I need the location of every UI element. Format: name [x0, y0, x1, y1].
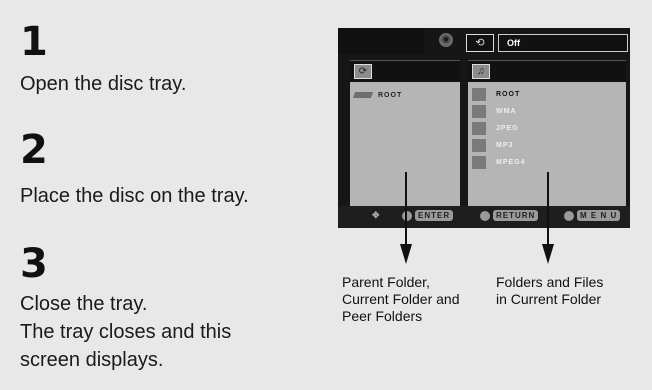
left-pane-header: ⟳: [350, 60, 460, 82]
enter-control[interactable]: ENTER: [402, 210, 454, 224]
step-3-text-line-2: The tray closes and this: [20, 321, 232, 343]
left-arrow-line: [405, 172, 407, 248]
menu-control[interactable]: M E N U: [564, 210, 621, 224]
step-3-text-line-3: screen displays.: [20, 349, 164, 371]
right-caption-line-2: in Current Folder: [496, 291, 602, 307]
folder-icon: [472, 139, 486, 152]
return-control[interactable]: RETURN: [480, 210, 539, 224]
return-icon: [480, 210, 490, 221]
right-arrow-line: [547, 172, 549, 248]
folder-icon: [472, 88, 486, 101]
left-arrow-head: [400, 244, 412, 264]
enter-label: ENTER: [415, 210, 454, 221]
enter-icon: [402, 210, 412, 221]
menu-label: M E N U: [577, 210, 621, 221]
folder-icon: [472, 122, 486, 135]
left-caption-line-2: Current Folder and: [342, 291, 460, 307]
step-3-number: 3: [20, 241, 48, 287]
right-caption: Folders and Files in Current Folder: [496, 274, 603, 308]
step-1-text: Open the disc tray.: [20, 73, 187, 95]
step-2-text: Place the disc on the tray.: [20, 185, 249, 207]
folder-root-label: ROOT: [378, 92, 403, 99]
right-pane-header: ♫: [468, 60, 626, 82]
menu-icon: [564, 210, 574, 221]
left-caption-line-3: Peer Folders: [342, 308, 423, 324]
return-label: RETURN: [493, 210, 539, 221]
repeat-status[interactable]: Off: [498, 34, 628, 52]
folder-root-item[interactable]: ROOT: [352, 92, 403, 99]
disc-icon: ◉: [439, 33, 453, 47]
repeat-icon[interactable]: ⟲: [466, 34, 494, 52]
step-3-text-line-1: Close the tray.: [20, 293, 148, 315]
right-caption-line-1: Folders and Files: [496, 274, 604, 290]
file-list-icon: ♫: [472, 64, 490, 79]
folder-icon: [472, 105, 486, 118]
control-bar: ✥ ENTER RETURN M E N U: [338, 206, 630, 228]
folder-icon: [472, 156, 486, 169]
step-2-number: 2: [20, 127, 48, 173]
step-1-number: 1: [20, 19, 48, 65]
top-bar-blank: [338, 28, 424, 54]
left-caption: Parent Folder, Current Folder and Peer F…: [342, 274, 460, 325]
folder-tree-icon: ⟳: [354, 64, 372, 79]
direction-pad-icon[interactable]: ✥: [372, 210, 380, 224]
right-arrow-head: [542, 244, 554, 264]
disc-menu-screen: ◉ ⟲ Off ⟳ ♫ ROOT ROOT WMA JPEG MP3 MPEG4…: [338, 28, 630, 228]
left-caption-line-1: Parent Folder,: [342, 274, 430, 290]
folder-icon: [352, 92, 374, 99]
